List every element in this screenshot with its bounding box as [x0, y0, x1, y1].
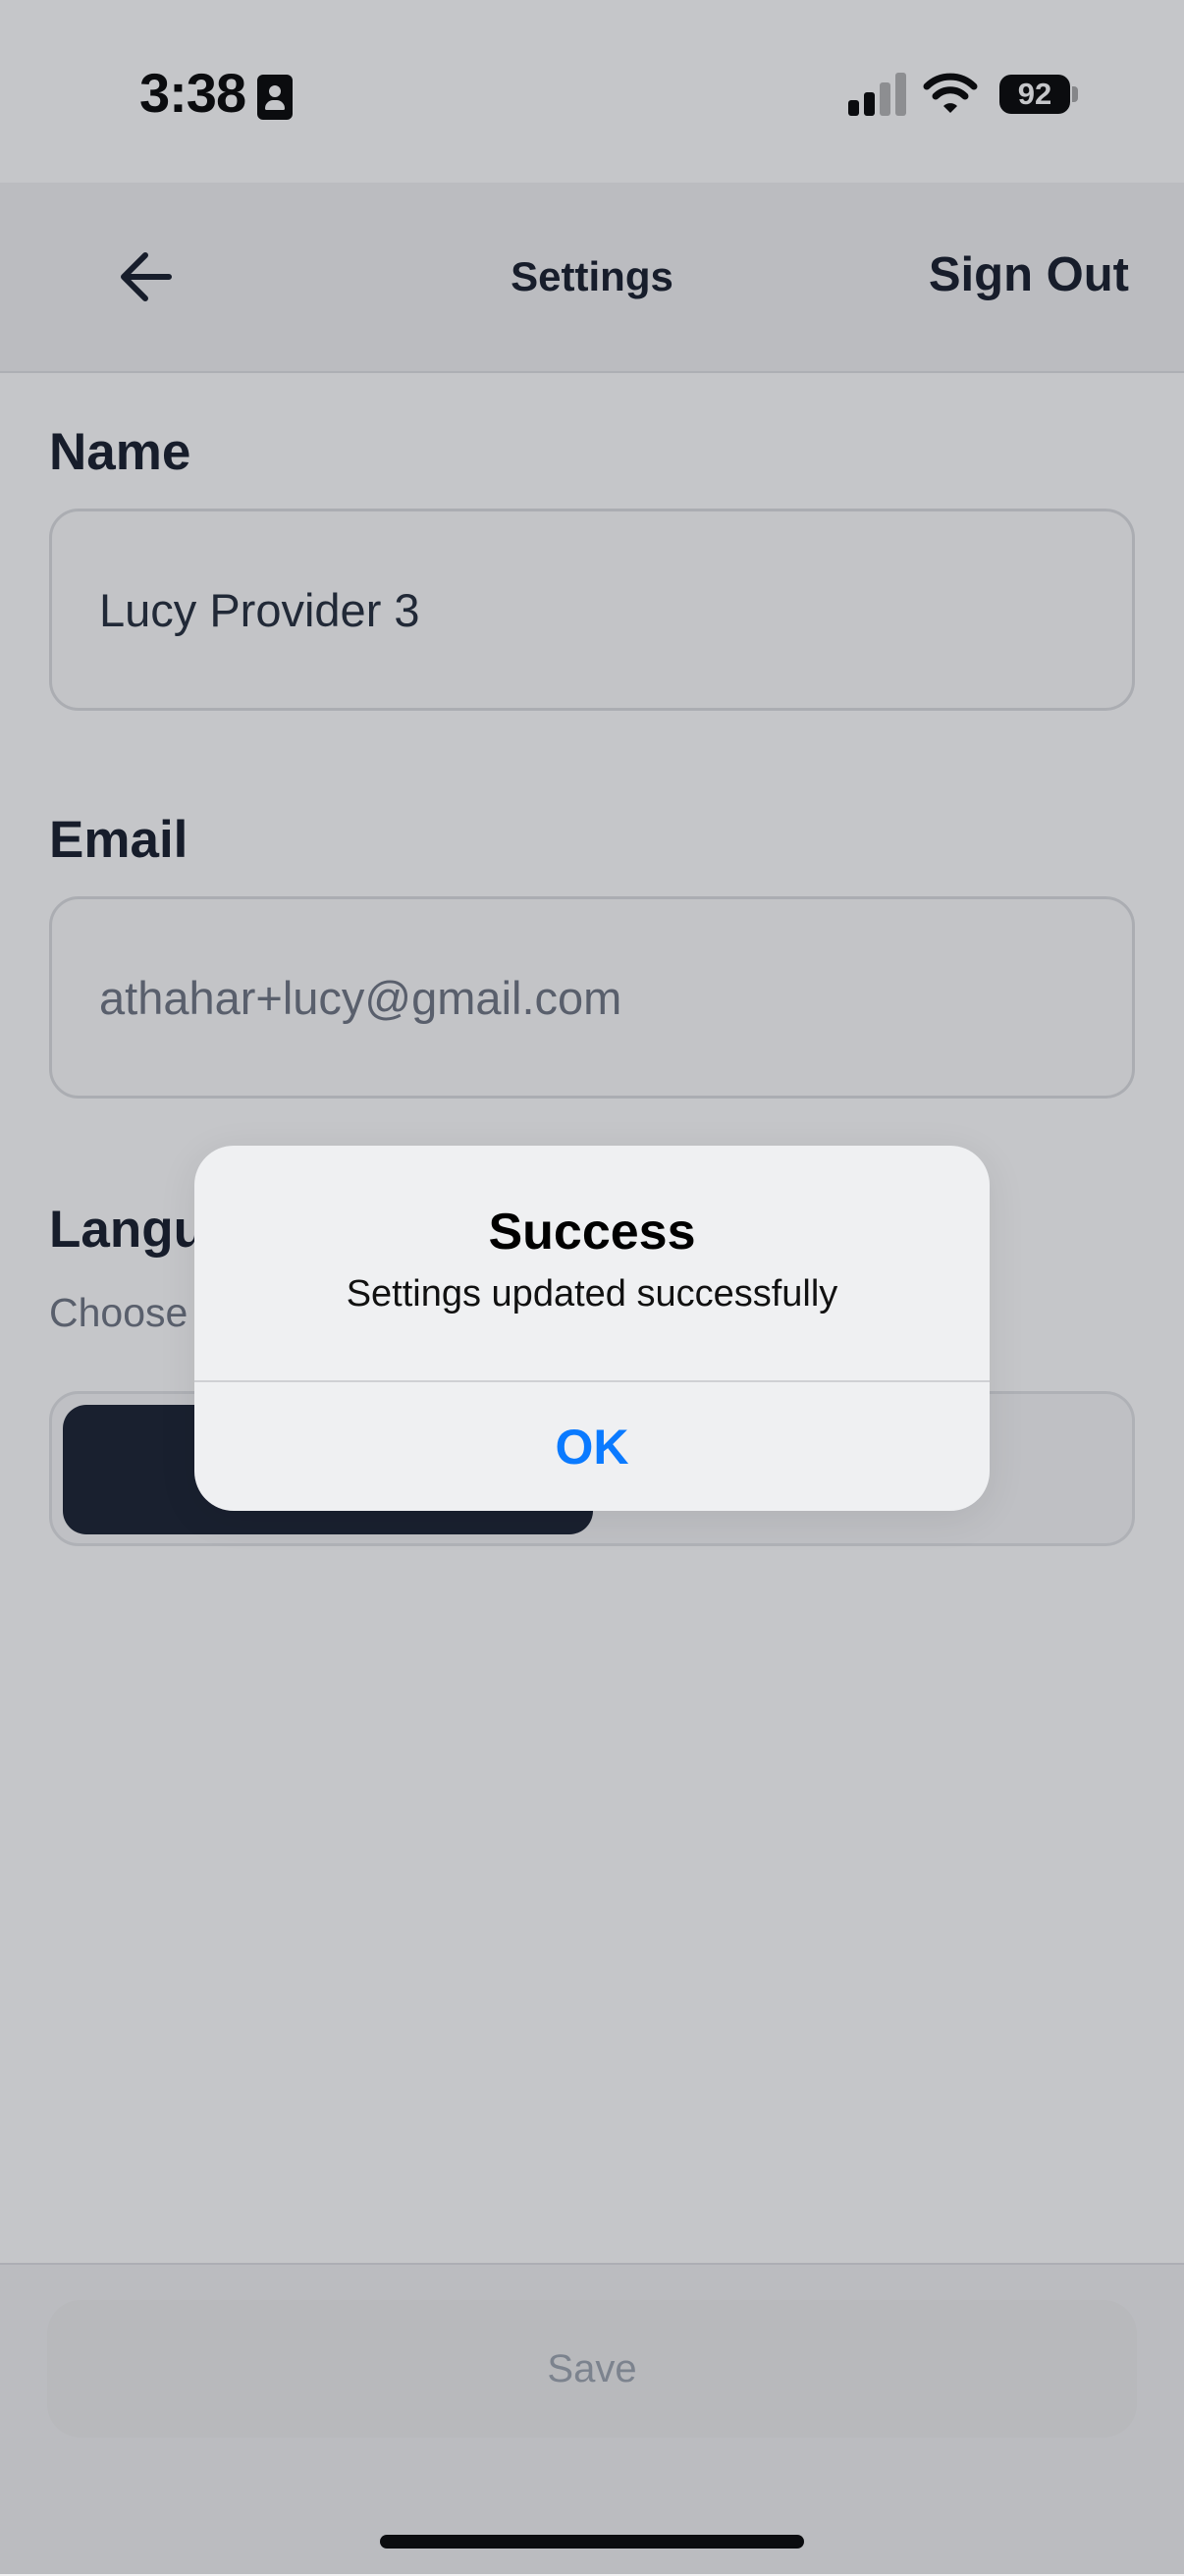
alert-ok-button[interactable]: OK — [194, 1382, 990, 1511]
alert-title: Success — [488, 1204, 696, 1261]
alert-message: Settings updated successfully — [346, 1273, 838, 1315]
success-alert-dialog: Success Settings updated successfully OK — [194, 1146, 990, 1511]
